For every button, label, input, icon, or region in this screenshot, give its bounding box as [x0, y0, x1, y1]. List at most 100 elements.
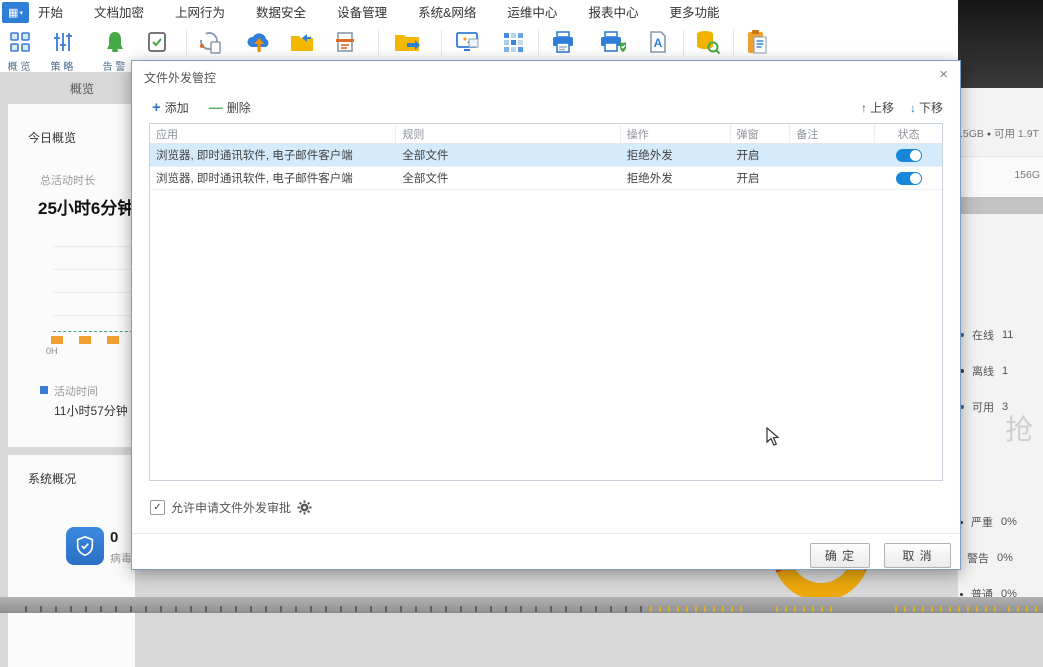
- status-toggle[interactable]: [896, 149, 922, 162]
- toolbar-label-overview[interactable]: 概 览: [3, 58, 35, 73]
- header-status[interactable]: 状态: [875, 124, 942, 143]
- footer-separator: [132, 533, 960, 534]
- right-panel-sliver: .5GB ● 可用 1.9T 156G 在线11 离线1 可用3 严重0% 警告…: [958, 88, 1043, 613]
- move-down-button[interactable]: ↓下移: [910, 99, 943, 116]
- mosaic-icon[interactable]: [498, 28, 528, 56]
- cropped-text-marks-gold: [895, 606, 1000, 612]
- table-row[interactable]: 浏览器, 即时通讯软件, 电子邮件客户端 全部文件 拒绝外发 开启: [150, 144, 942, 167]
- arrow-down-icon: ↓: [910, 101, 916, 115]
- folder-send-icon[interactable]: [392, 28, 422, 56]
- system-heading: 系统概况: [28, 470, 76, 487]
- endpoint-online-row: 在线11: [960, 327, 1013, 343]
- page-tab-overview[interactable]: 概览: [70, 80, 94, 97]
- approval-checkbox[interactable]: ✓: [150, 500, 165, 515]
- rules-table: 应用 规则 操作 弹窗 备注 状态 浏览器, 即时通讯软件, 电子邮件客户端 全…: [149, 123, 943, 481]
- minus-icon: —: [209, 99, 223, 115]
- cropped-text-marks-gold: [650, 606, 742, 612]
- toolbar-separator: [733, 30, 734, 56]
- gear-icon[interactable]: [297, 500, 312, 515]
- cloud-upload-icon[interactable]: [244, 28, 274, 56]
- today-heading: 今日概览: [28, 129, 76, 146]
- chart-gridline: [53, 292, 138, 293]
- cropped-text-marks-gold: [1008, 606, 1043, 612]
- endpoint-offline-row: 离线1: [960, 363, 1008, 379]
- policy-sliders-icon[interactable]: [48, 28, 78, 56]
- sync-doc-icon[interactable]: [195, 28, 225, 56]
- watermark-text: 抢: [1005, 408, 1033, 448]
- alert-bell-icon[interactable]: [100, 28, 130, 56]
- cancel-button[interactable]: 取 消: [884, 543, 951, 568]
- endpoint-available-row: 可用3: [960, 399, 1008, 415]
- shield-check-icon: [74, 535, 96, 557]
- legend-label: 活动时间: [54, 383, 98, 399]
- table-header-row: 应用 规则 操作 弹窗 备注 状态: [150, 124, 942, 144]
- plus-icon: +: [152, 99, 161, 116]
- chart-gridline: [53, 246, 138, 247]
- chevron-down-icon: ▾: [19, 9, 23, 17]
- approval-checkbox-row: ✓ 允许申请文件外发审批: [150, 499, 312, 516]
- tab-device-management[interactable]: 设备管理: [335, 0, 389, 27]
- tab-system-network[interactable]: 系统&网络: [416, 0, 478, 27]
- toolbar-label-policy[interactable]: 策 略: [46, 58, 78, 73]
- tab-ops-center[interactable]: 运维中心: [505, 0, 559, 27]
- tab-start[interactable]: 开始: [36, 0, 65, 27]
- app-logo-button[interactable]: ▦▾: [2, 2, 29, 23]
- header-rule[interactable]: 规则: [396, 124, 620, 143]
- toolbar-label-alert[interactable]: 告 警: [98, 58, 130, 73]
- move-up-button[interactable]: ↑上移: [861, 99, 894, 116]
- tab-doc-encryption[interactable]: 文档加密: [92, 0, 146, 27]
- tab-more-functions[interactable]: 更多功能: [667, 0, 721, 27]
- header-popup[interactable]: 弹窗: [731, 124, 791, 143]
- status-dot-icon: [960, 593, 963, 596]
- storage-band: .5GB ● 可用 1.9T: [958, 88, 1043, 156]
- tab-report-center[interactable]: 报表中心: [586, 0, 640, 27]
- svg-text:A: A: [654, 36, 663, 50]
- activity-bar: [107, 336, 119, 344]
- virus-count: 0: [110, 529, 118, 546]
- chart-gridline: [53, 269, 138, 270]
- file-outgoing-control-dialog: 文件外发管控 × +添加 —删除 ↑上移 ↓下移 应用 规则 操作 弹窗 备注 …: [131, 60, 961, 570]
- cropped-text-marks-gold: [776, 606, 836, 612]
- system-overview-panel: 系统概况 0 病毒和: [8, 455, 135, 667]
- storage2-value: 156G: [1014, 169, 1040, 181]
- clipboard-doc-icon[interactable]: [742, 28, 772, 56]
- printer-shield-icon[interactable]: [598, 28, 628, 56]
- tab-web-behavior[interactable]: 上网行为: [173, 0, 227, 27]
- document-a-icon[interactable]: A: [643, 28, 673, 56]
- close-icon[interactable]: ×: [939, 66, 948, 83]
- printer-icon[interactable]: [548, 28, 578, 56]
- dialog-move-bar: ↑上移 ↓下移: [861, 99, 943, 116]
- tab-data-security[interactable]: 数据安全: [254, 0, 308, 27]
- bullet-icon: ●: [987, 131, 991, 138]
- overview-grid-icon[interactable]: [5, 28, 35, 56]
- database-search-icon[interactable]: [692, 28, 722, 56]
- screen-watermark-icon[interactable]: [453, 28, 483, 56]
- print-document-icon[interactable]: [330, 28, 360, 56]
- delete-button[interactable]: —删除: [209, 99, 251, 116]
- today-overview-panel: 今日概览 总活动时长 25小时6分钟 0H 活动时间 11小时57分钟: [8, 104, 135, 447]
- chart-gridline: [53, 315, 138, 316]
- chart-axis-label: 0H: [46, 346, 58, 356]
- toolbar-separator: [441, 30, 442, 56]
- table-row[interactable]: 浏览器, 即时通讯软件, 电子邮件客户端 全部文件 拒绝外发 开启: [150, 167, 942, 190]
- alert-severe-row: 严重0%: [960, 514, 1017, 530]
- grid-logo-icon: ▦: [8, 6, 18, 19]
- ok-button[interactable]: 确 定: [810, 543, 870, 568]
- arrow-up-icon: ↑: [861, 101, 867, 115]
- status-toggle[interactable]: [896, 172, 922, 185]
- antivirus-tile[interactable]: [66, 527, 104, 565]
- header-action[interactable]: 操作: [621, 124, 731, 143]
- header-remark[interactable]: 备注: [790, 124, 875, 143]
- add-button[interactable]: +添加: [152, 99, 189, 116]
- toolbar-separator: [186, 30, 187, 56]
- dialog-action-bar: +添加 —删除: [152, 99, 251, 116]
- header-app[interactable]: 应用: [150, 124, 396, 143]
- screen-dark-corner: [958, 0, 1043, 88]
- task-check-icon[interactable]: [142, 28, 172, 56]
- toolbar-separator: [378, 30, 379, 56]
- folder-return-icon[interactable]: [287, 28, 317, 56]
- storage-band-2: 156G: [958, 156, 1043, 197]
- storage-line: .5GB ● 可用 1.9T: [960, 126, 1039, 141]
- total-activity-label: 总活动时长: [40, 172, 95, 188]
- toolbar-separator: [538, 30, 539, 56]
